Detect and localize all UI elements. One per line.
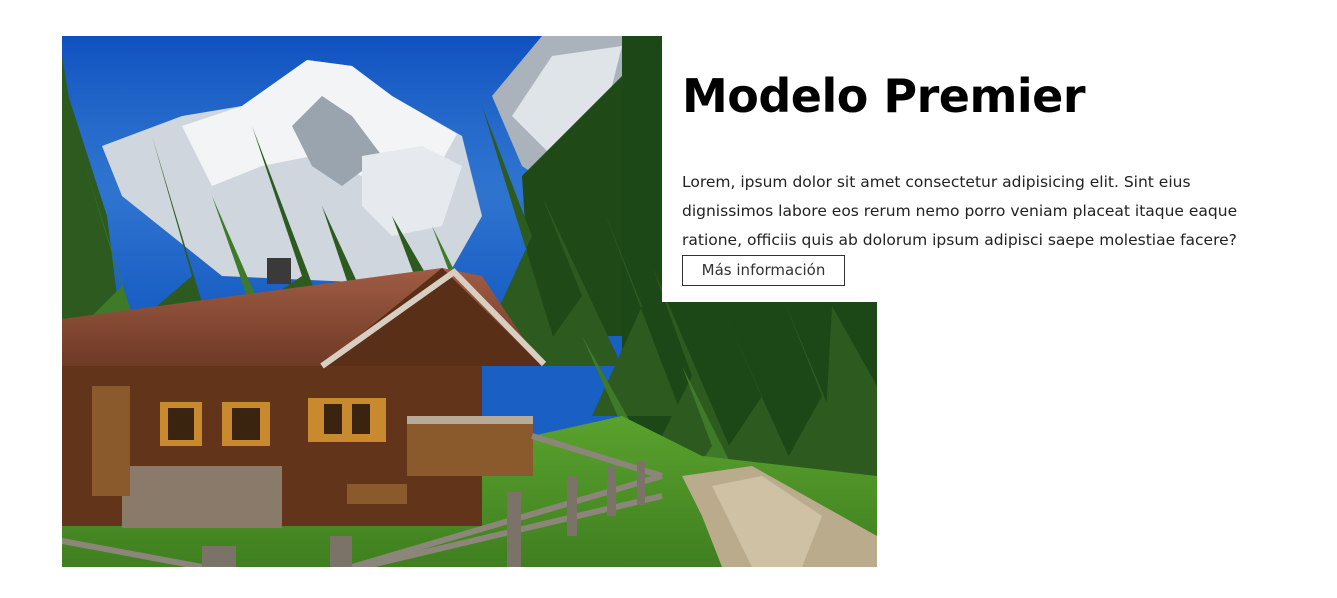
more-info-button[interactable]: Más información bbox=[682, 255, 845, 286]
product-title: Modelo Premier bbox=[682, 69, 1086, 123]
info-card: Modelo Premier Lorem, ipsum dolor sit am… bbox=[662, 36, 1337, 302]
product-description: Lorem, ipsum dolor sit amet consectetur … bbox=[682, 173, 1238, 249]
